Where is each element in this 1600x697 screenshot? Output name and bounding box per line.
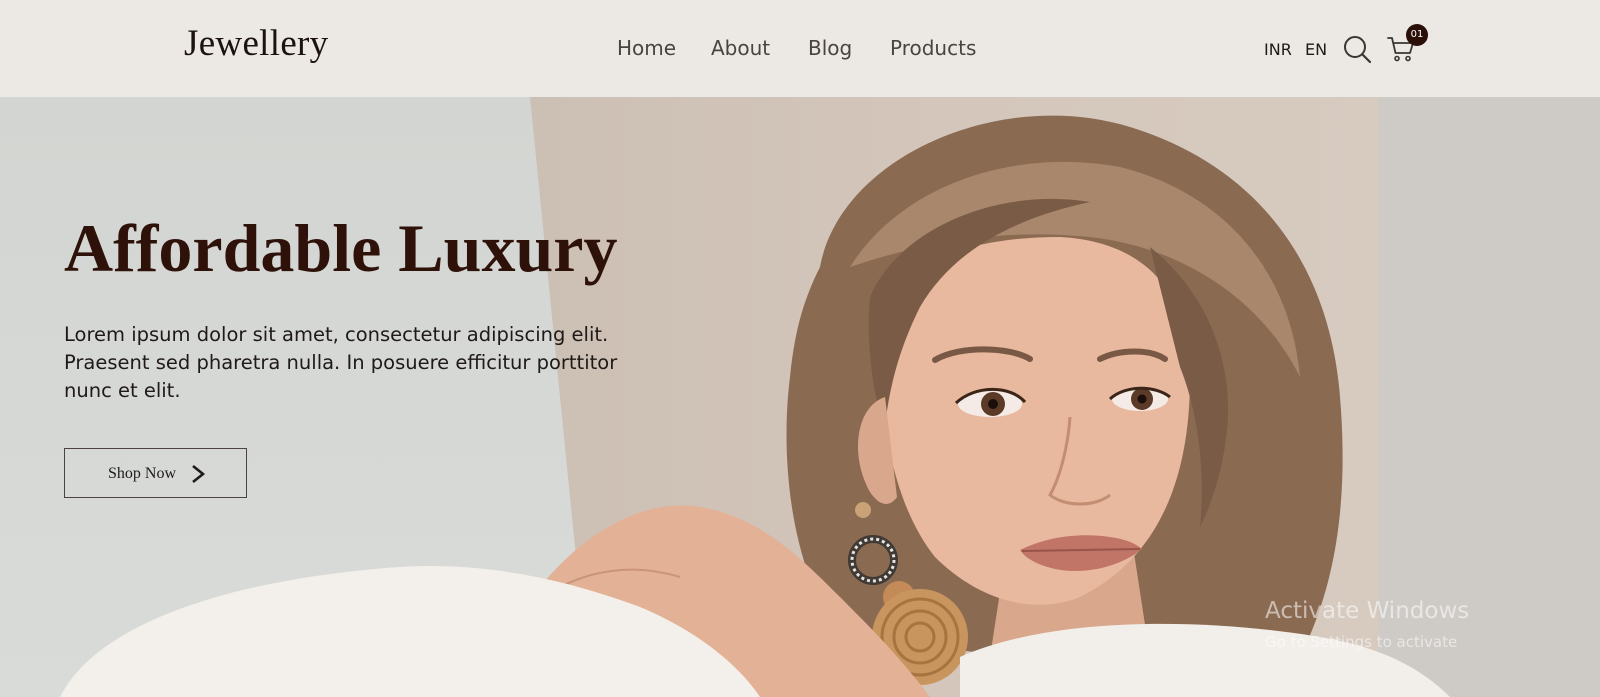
- nav-about[interactable]: About: [711, 36, 770, 60]
- activate-windows-subtext: Go to Settings to activate: [1265, 633, 1458, 651]
- logo[interactable]: Jewellery: [184, 22, 328, 65]
- site-header: Jewellery Home About Blog Products INR E…: [0, 0, 1600, 97]
- nav-home[interactable]: Home: [617, 36, 676, 60]
- activate-windows-watermark: Activate Windows: [1265, 598, 1470, 624]
- shop-now-button[interactable]: Shop Now: [64, 448, 247, 498]
- cart-count-badge: 01: [1406, 24, 1428, 46]
- nav-products[interactable]: Products: [890, 36, 976, 60]
- hero-banner: Affordable Luxury Lorem ipsum dolor sit …: [0, 97, 1600, 697]
- currency-selector[interactable]: INR: [1264, 40, 1292, 59]
- shop-now-label: Shop Now: [108, 465, 177, 482]
- language-selector[interactable]: EN: [1305, 40, 1327, 59]
- chevron-right-icon: [192, 464, 206, 484]
- search-icon[interactable]: [1342, 34, 1372, 64]
- hero-description: Lorem ipsum dolor sit amet, consectetur …: [64, 323, 618, 402]
- hero-title: Affordable Luxury: [64, 210, 618, 286]
- nav-blog[interactable]: Blog: [808, 36, 852, 60]
